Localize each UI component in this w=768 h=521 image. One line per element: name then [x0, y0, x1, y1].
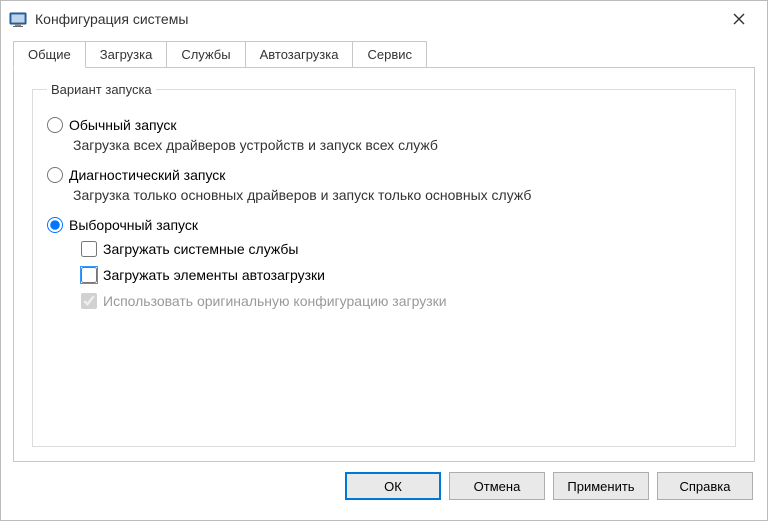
- check-use-original-label: Использовать оригинальную конфигурацию з…: [103, 293, 447, 309]
- apply-button[interactable]: Применить: [553, 472, 649, 500]
- window-title: Конфигурация системы: [35, 11, 721, 27]
- close-button[interactable]: [721, 5, 757, 33]
- radio-normal-text: Обычный запуск: [69, 117, 177, 133]
- msconfig-window: Конфигурация системы Общие Загрузка Служ…: [0, 0, 768, 521]
- titlebar: Конфигурация системы: [1, 1, 767, 37]
- startup-selection-legend: Вариант запуска: [47, 82, 156, 97]
- help-button[interactable]: Справка: [657, 472, 753, 500]
- radio-normal[interactable]: [47, 117, 63, 133]
- tab-services[interactable]: Службы: [166, 41, 245, 68]
- check-load-startup-label: Загружать элементы автозагрузки: [103, 267, 325, 283]
- tab-boot[interactable]: Загрузка: [85, 41, 168, 68]
- radio-selective-text: Выборочный запуск: [69, 217, 198, 233]
- tab-general[interactable]: Общие: [13, 41, 86, 68]
- radio-diagnostic-desc: Загрузка только основных драйверов и зап…: [73, 187, 721, 203]
- radio-diagnostic[interactable]: [47, 167, 63, 183]
- ok-button[interactable]: ОК: [345, 472, 441, 500]
- tab-panel-general: Вариант запуска Обычный запуск Загрузка …: [13, 67, 755, 462]
- dialog-button-bar: ОК Отмена Применить Справка: [1, 462, 767, 510]
- check-load-services-label: Загружать системные службы: [103, 241, 298, 257]
- tab-tools[interactable]: Сервис: [352, 41, 427, 68]
- close-icon: [733, 13, 745, 25]
- radio-diag-label[interactable]: Диагностический запуск: [47, 167, 721, 183]
- radio-selective-label[interactable]: Выборочный запуск: [47, 217, 721, 233]
- check-load-startup[interactable]: [81, 267, 97, 283]
- msconfig-icon: [9, 10, 27, 28]
- check-load-services[interactable]: [81, 241, 97, 257]
- startup-selection-group: Вариант запуска Обычный запуск Загрузка …: [32, 82, 736, 447]
- radio-normal-label[interactable]: Обычный запуск: [47, 117, 721, 133]
- cancel-button[interactable]: Отмена: [449, 472, 545, 500]
- tab-strip: Общие Загрузка Службы Автозагрузка Серви…: [13, 41, 755, 68]
- radio-selective[interactable]: [47, 217, 63, 233]
- tab-startup[interactable]: Автозагрузка: [245, 41, 354, 68]
- radio-diagnostic-text: Диагностический запуск: [69, 167, 225, 183]
- check-use-original: [81, 293, 97, 309]
- radio-normal-desc: Загрузка всех драйверов устройств и запу…: [73, 137, 721, 153]
